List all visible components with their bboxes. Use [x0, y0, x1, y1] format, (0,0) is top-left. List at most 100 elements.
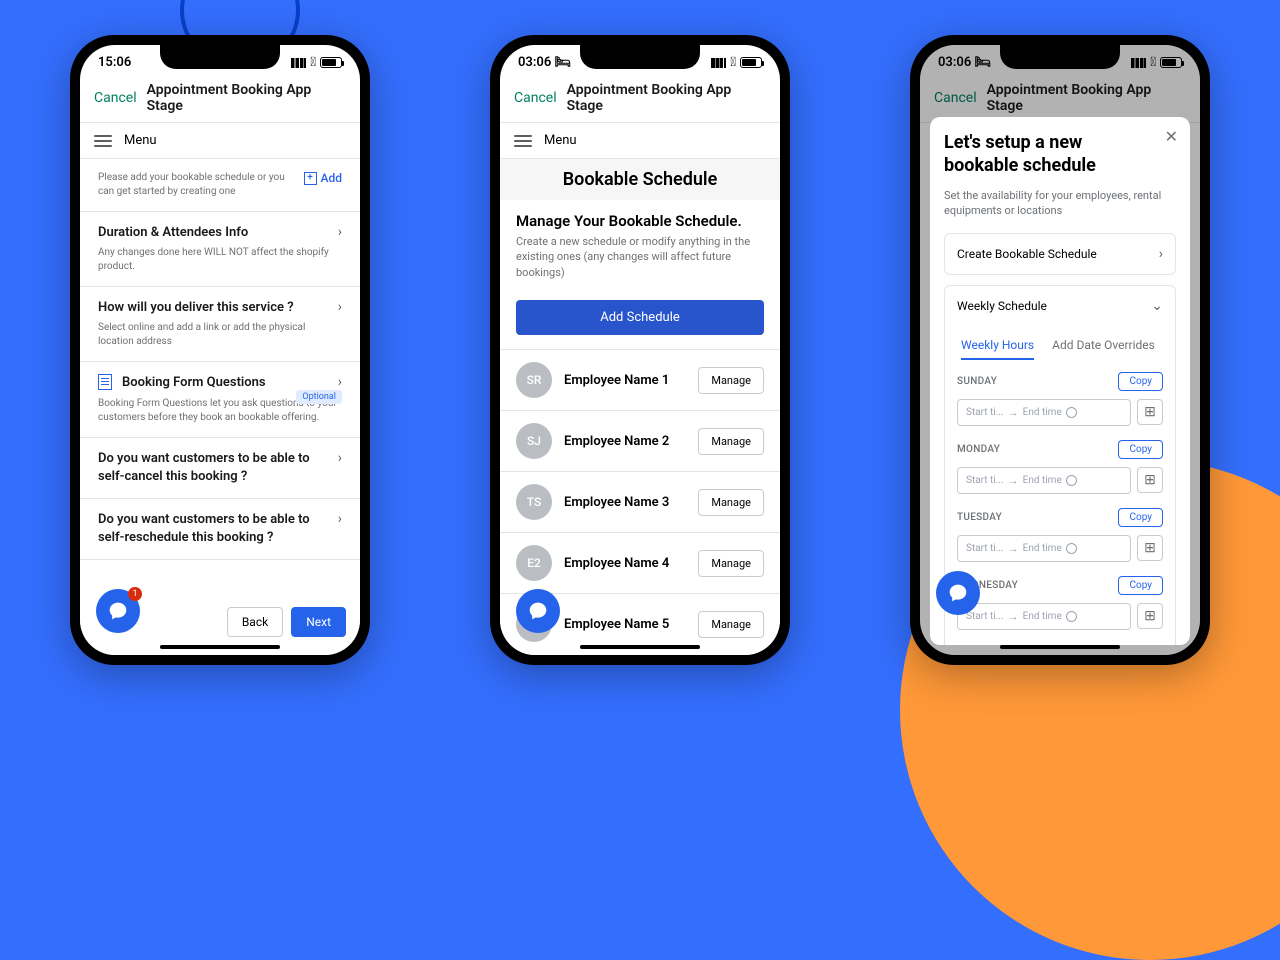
menu-bar[interactable]: Menu [80, 123, 360, 159]
avatar: SJ [516, 423, 552, 459]
manage-heading: Manage Your Bookable Schedule. [516, 212, 764, 230]
day-label: TUESDAY [957, 512, 1002, 523]
hamburger-icon[interactable] [94, 135, 112, 147]
chevron-down-icon: ⌄ [1151, 298, 1163, 314]
menu-bar[interactable]: Menu [500, 123, 780, 159]
create-schedule-panel[interactable]: Create Bookable Schedule › [944, 233, 1176, 275]
wifi-icon: 􀙇 [730, 55, 736, 70]
section-self-cancel[interactable]: Do you want customers to be able to self… [80, 438, 360, 499]
start-time-input[interactable]: Start ti...→End time [957, 535, 1131, 562]
employee-row: SJ Employee Name 2 Manage [500, 410, 780, 471]
hamburger-icon[interactable] [514, 135, 532, 147]
manage-button[interactable]: Manage [698, 550, 764, 577]
chevron-right-icon: › [338, 450, 342, 466]
manage-button[interactable]: Manage [698, 611, 764, 638]
employee-name: Employee Name 1 [564, 373, 686, 388]
add-time-button[interactable]: ⊞ [1137, 535, 1163, 561]
add-time-button[interactable]: ⊞ [1137, 467, 1163, 493]
close-icon[interactable]: ✕ [1165, 127, 1178, 146]
manage-button[interactable]: Manage [698, 428, 764, 455]
day-row: MONDAY Copy Start ti...→End time⊞ [957, 440, 1163, 494]
chevron-right-icon: › [338, 224, 342, 240]
section-duration[interactable]: Duration & Attendees Info› Any changes d… [80, 212, 360, 287]
day-row: TUESDAY Copy Start ti...→End time⊞ [957, 508, 1163, 562]
avatar: E2 [516, 545, 552, 581]
next-button[interactable]: Next [291, 607, 346, 637]
employee-name: Employee Name 4 [564, 556, 686, 571]
weekly-schedule-panel[interactable]: Weekly Schedule ⌄ [944, 285, 1176, 326]
manage-button[interactable]: Manage [698, 489, 764, 516]
phone-frame-2: 03:06 🛏 􀙇 Cancel Appointment Booking App… [490, 35, 790, 665]
page-title: Appointment Booking App Stage [147, 82, 346, 114]
chat-icon [108, 601, 128, 621]
employee-name: Employee Name 2 [564, 434, 686, 449]
copy-button[interactable]: Copy [1118, 372, 1163, 391]
day-row: WEDNESDAYCopyStart ti...→End time⊞ [957, 576, 1163, 630]
plus-icon: + [304, 172, 317, 185]
avatar: SR [516, 362, 552, 398]
notch [580, 45, 700, 69]
add-time-button[interactable]: ⊞ [1137, 399, 1163, 425]
home-indicator [160, 645, 280, 649]
cancel-button[interactable]: Cancel [94, 90, 137, 106]
employee-row: SR Employee Name 1 Manage [500, 349, 780, 410]
wifi-icon: 􀙇 [310, 55, 316, 70]
copy-button[interactable]: Copy [1118, 440, 1163, 459]
chevron-right-icon: › [1159, 246, 1163, 262]
start-time-input[interactable]: Start ti...→End time [957, 399, 1131, 426]
notch [1000, 45, 1120, 69]
chat-fab[interactable] [936, 571, 980, 615]
day-row: SUNDAY Copy Start ti...→End time⊞ [957, 372, 1163, 426]
section-delivery[interactable]: How will you deliver this service ?› Sel… [80, 287, 360, 362]
add-time-button[interactable]: ⊞ [1137, 603, 1163, 629]
chat-fab[interactable] [516, 589, 560, 633]
day-label: MONDAY [957, 444, 1000, 455]
menu-label: Menu [544, 133, 577, 148]
section-booking-form[interactable]: Booking Form Questions › Optional Bookin… [80, 362, 360, 437]
cancel-button[interactable]: Cancel [514, 90, 557, 106]
employee-row: E2 Employee Name 4 Manage [500, 532, 780, 593]
signal-icon [291, 58, 306, 68]
document-icon [98, 374, 112, 390]
copy-button[interactable]: Copy [1118, 576, 1163, 595]
clock-icon [1066, 611, 1077, 622]
start-time-input[interactable]: Start ti...→End time [957, 603, 1131, 630]
chevron-right-icon: › [338, 511, 342, 527]
back-button[interactable]: Back [227, 607, 283, 637]
section-self-reschedule[interactable]: Do you want customers to be able to self… [80, 499, 360, 560]
home-indicator [1000, 645, 1120, 649]
signal-icon [711, 58, 726, 68]
tab-weekly-hours[interactable]: Weekly Hours [961, 338, 1034, 360]
app-header: Cancel Appointment Booking App Stage [80, 74, 360, 123]
chevron-right-icon: › [338, 299, 342, 315]
phone-frame-3: 03:06 🛏 􀙇 Cancel Appointment Booking App… [910, 35, 1210, 665]
clock-text: 15:06 [98, 55, 131, 70]
optional-badge: Optional [296, 390, 342, 404]
employee-row: TS Employee Name 3 Manage [500, 471, 780, 532]
manage-button[interactable]: Manage [698, 367, 764, 394]
phone-frame-1: 15:06 􀙇 Cancel Appointment Booking App S… [70, 35, 370, 665]
home-indicator [580, 645, 700, 649]
employee-name: Employee Name 5 [564, 617, 686, 632]
chat-fab[interactable]: 1 [96, 589, 140, 633]
clock-icon [1066, 543, 1077, 554]
day-label: SUNDAY [957, 376, 997, 387]
employee-name: Employee Name 3 [564, 495, 686, 510]
manage-sub: Create a new schedule or modify anything… [516, 234, 764, 280]
tab-date-overrides[interactable]: Add Date Overrides [1052, 338, 1155, 360]
app-header: Cancel Appointment Booking App Stage [500, 74, 780, 123]
battery-icon [740, 57, 762, 68]
avatar: TS [516, 484, 552, 520]
modal-desc: Set the availability for your employees,… [944, 188, 1176, 219]
chat-icon [948, 583, 968, 603]
add-button[interactable]: +Add [304, 171, 342, 185]
notch [160, 45, 280, 69]
hint-text: Please add your bookable schedule or you… [98, 171, 296, 199]
modal-title: Let's setup a new bookable schedule [944, 131, 1176, 178]
battery-icon [320, 57, 342, 68]
add-schedule-button[interactable]: Add Schedule [516, 300, 764, 335]
start-time-input[interactable]: Start ti...→End time [957, 467, 1131, 494]
clock-icon [1066, 475, 1077, 486]
notification-badge: 1 [128, 587, 142, 601]
copy-button[interactable]: Copy [1118, 508, 1163, 527]
